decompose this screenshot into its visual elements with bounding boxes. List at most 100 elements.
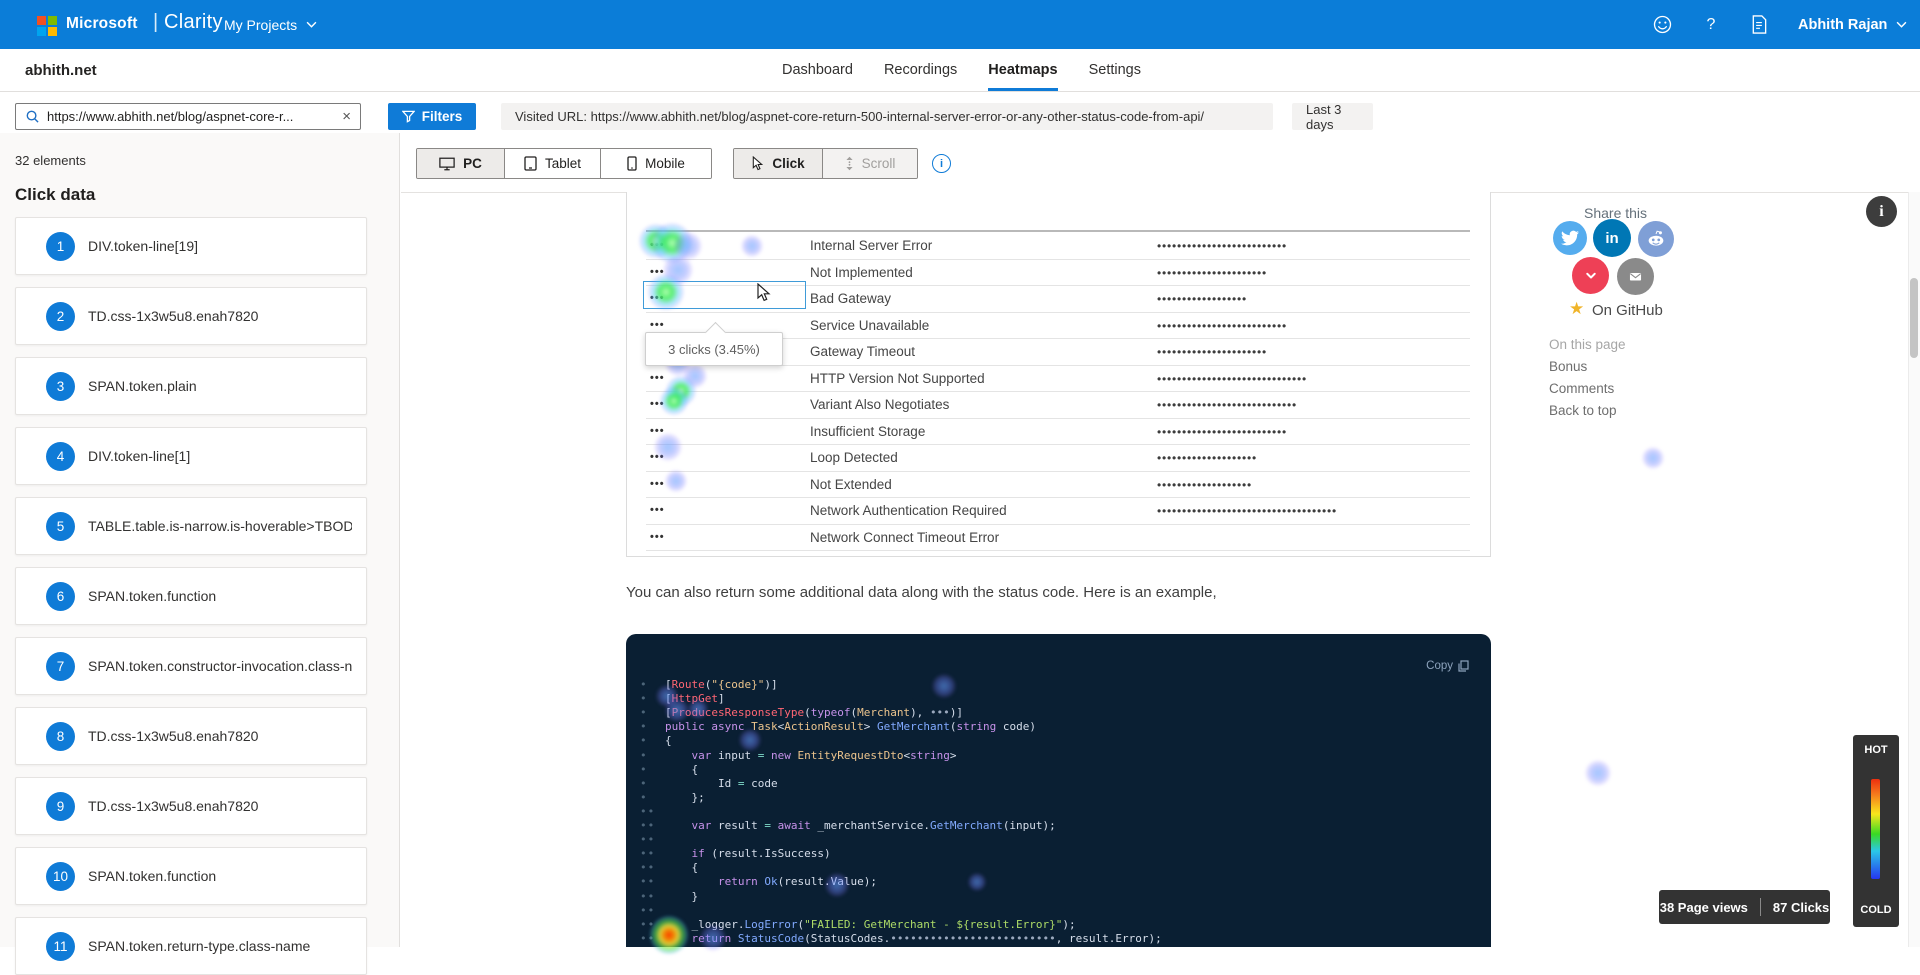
mode-label: Scroll	[862, 156, 896, 171]
copy-code-button: Copy	[1426, 660, 1469, 672]
status-description: Service Unavailable	[810, 319, 929, 333]
element-count: 32 elements	[15, 153, 86, 168]
heat-spot	[1585, 760, 1611, 786]
tab-settings[interactable]: Settings	[1089, 49, 1141, 91]
element-list-item[interactable]: 10SPAN.token.function	[15, 847, 367, 905]
masked-aspnet-snippet: ••••••••••••••••••••••••••	[1157, 240, 1287, 252]
masked-aspnet-snippet: ••••••••••••••••••••••••••	[1157, 320, 1287, 332]
code-line: • [ProducesResponseType(typeof(Merchant),…	[626, 706, 1491, 720]
element-list-item[interactable]: 11SPAN.token.return-type.class-name	[15, 917, 367, 975]
element-rank-badge: 11	[46, 932, 75, 961]
status-description: Insufficient Storage	[810, 425, 925, 439]
element-list-item[interactable]: 3SPAN.token.plain	[15, 357, 367, 415]
brand-separator: |	[153, 11, 158, 34]
masked-line-number: ••	[640, 833, 655, 847]
heatmap-info-icon[interactable]: i	[932, 154, 951, 173]
code-text: var input = new EntityRequestDto<string>	[665, 749, 956, 763]
filters-button[interactable]: Filters	[388, 103, 476, 130]
code-text: [ProducesResponseType(typeof(Merchant), …	[665, 706, 963, 720]
toc-link-back-to-top: Back to top	[1549, 403, 1617, 418]
date-range-chip[interactable]: Last 3 days	[1292, 103, 1373, 130]
masked-line-number: •	[640, 763, 648, 777]
microsoft-logo-icon	[37, 16, 58, 37]
device-toggle-group: PC Tablet Mobile	[416, 148, 712, 179]
masked-line-number: ••	[640, 805, 655, 819]
tab-dashboard[interactable]: Dashboard	[782, 49, 853, 91]
page-scrollbar-thumb[interactable]	[1910, 278, 1918, 358]
code-line: •[Route("{code}")]	[626, 678, 1491, 692]
mode-scroll-button[interactable]: Scroll	[823, 149, 917, 178]
github-star-icon: ★	[1569, 299, 1584, 319]
search-input[interactable]	[47, 109, 333, 124]
funnel-icon	[402, 110, 415, 123]
clicks-count: 87 Clicks	[1773, 900, 1829, 915]
feedback-smiley-icon[interactable]	[1642, 0, 1682, 49]
element-list-item[interactable]: 9TD.css-1x3w5u8.enah7820	[15, 777, 367, 835]
masked-line-number: •	[640, 777, 648, 791]
element-rank-badge: 5	[46, 512, 75, 541]
code-block: Copy •[Route("{code}")]•[HttpGet]•[Produ…	[626, 634, 1491, 947]
masked-line-number: ••	[640, 918, 655, 932]
element-list-item[interactable]: 8TD.css-1x3w5u8.enah7820	[15, 707, 367, 765]
device-label: PC	[463, 156, 482, 171]
code-text: if (result.IsSuccess)	[665, 847, 831, 861]
code-line: •• return Ok(result.Value);	[626, 875, 1491, 889]
element-list-item[interactable]: 2TD.css-1x3w5u8.enah7820	[15, 287, 367, 345]
date-range-label: Last 3 days	[1306, 102, 1359, 132]
heatmap-info-button[interactable]: i	[1866, 196, 1897, 227]
email-icon	[1617, 258, 1654, 295]
help-icon[interactable]: ?	[1691, 0, 1731, 49]
masked-line-number: ••	[640, 932, 655, 946]
stats-divider	[1760, 898, 1761, 916]
device-label: Tablet	[545, 156, 581, 171]
chevron-down-icon	[1896, 21, 1907, 28]
user-name: Abhith Rajan	[1798, 17, 1887, 33]
device-tablet-button[interactable]: Tablet	[505, 149, 601, 178]
element-rank-badge: 1	[46, 232, 75, 261]
status-description: Gateway Timeout	[810, 345, 915, 359]
legend-cold-label: COLD	[1853, 904, 1899, 916]
masked-line-number: ••	[640, 875, 655, 889]
code-text: public async Task<ActionResult> GetMerch…	[665, 720, 1036, 734]
user-menu[interactable]: Abhith Rajan	[1798, 0, 1907, 49]
element-list-item[interactable]: 4DIV.token-line[1]	[15, 427, 367, 485]
my-projects-menu[interactable]: My Projects	[224, 0, 317, 49]
code-line: •• {	[626, 861, 1491, 875]
clear-search-icon[interactable]: ×	[342, 109, 351, 124]
github-link: On GitHub	[1592, 302, 1663, 319]
element-selector-label: SPAN.token.function	[88, 868, 352, 884]
element-list-item[interactable]: 7SPAN.token.constructor-invocation.class…	[15, 637, 367, 695]
element-list-item[interactable]: 1DIV.token-line[19]	[15, 217, 367, 275]
device-mobile-button[interactable]: Mobile	[601, 149, 711, 178]
toc-link-on-this-page: On this page	[1549, 337, 1626, 352]
mode-click-button[interactable]: Click	[734, 149, 823, 178]
brand-microsoft: Microsoft	[66, 15, 138, 33]
reddit-icon	[1638, 221, 1674, 257]
device-pc-button[interactable]: PC	[417, 149, 505, 178]
toc-link-bonus: Bonus	[1549, 359, 1587, 374]
release-notes-icon[interactable]	[1739, 0, 1779, 49]
heat-legend: HOT COLD	[1853, 735, 1899, 927]
element-rank-badge: 2	[46, 302, 75, 331]
code-text: [Route("{code}")]	[665, 678, 778, 692]
tablet-icon	[524, 156, 537, 171]
nav-tabs: Dashboard Recordings Heatmaps Settings	[782, 49, 1141, 91]
heat-spot	[1642, 447, 1664, 469]
element-rank-badge: 9	[46, 792, 75, 821]
url-search-box[interactable]: ×	[15, 103, 361, 130]
element-list-item[interactable]: 5TABLE.table.is-narrow.is-hoverable>TBOD…	[15, 497, 367, 555]
masked-status-code: •••	[650, 452, 665, 463]
table-row: •••Network Authentication Required••••••…	[646, 498, 1470, 525]
masked-aspnet-snippet: ••••••••••••••••••••••	[1157, 346, 1267, 358]
visited-url-filter-chip[interactable]: Visited URL: https://www.abhith.net/blog…	[501, 103, 1273, 130]
copy-icon	[1458, 660, 1469, 672]
tab-heatmaps[interactable]: Heatmaps	[988, 49, 1057, 91]
element-list-item[interactable]: 6SPAN.token.function	[15, 567, 367, 625]
tab-recordings[interactable]: Recordings	[884, 49, 957, 91]
code-line: ••	[626, 833, 1491, 847]
my-projects-label: My Projects	[224, 17, 297, 33]
project-header: abhith.net DashboardRecordingsHeatmapsSe…	[0, 49, 1920, 92]
status-description: Loop Detected	[810, 451, 898, 465]
toc-link-comments: Comments	[1549, 381, 1614, 396]
masked-line-number: •	[640, 706, 648, 720]
